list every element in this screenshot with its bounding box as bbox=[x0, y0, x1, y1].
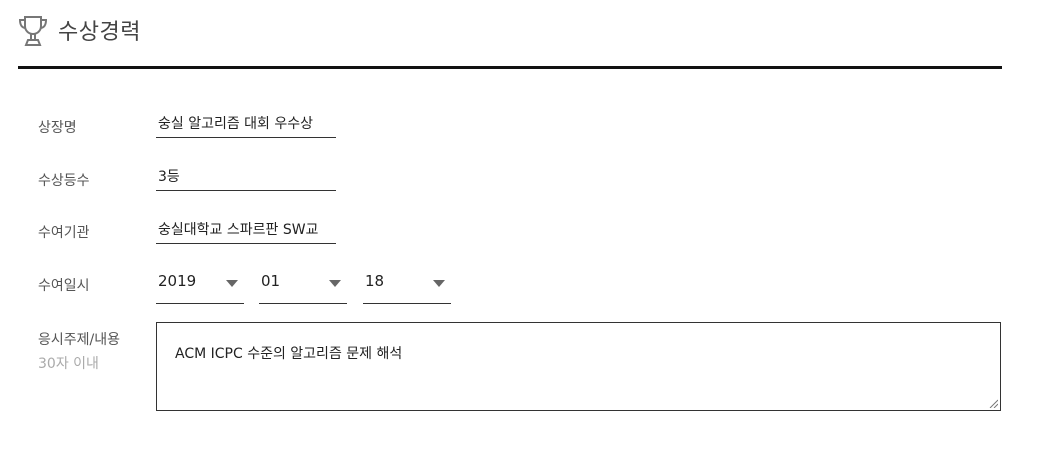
chevron-down-icon bbox=[226, 280, 238, 287]
issuer-input[interactable] bbox=[156, 214, 336, 244]
section-title: 수상경력 bbox=[58, 20, 141, 45]
award-name-label: 상장명 bbox=[38, 120, 77, 136]
day-select[interactable]: 18 bbox=[363, 266, 451, 304]
award-rank-input[interactable] bbox=[156, 161, 336, 191]
month-select[interactable]: 01 bbox=[259, 266, 347, 304]
month-value: 01 bbox=[261, 272, 281, 290]
subject-hint: 30자 이내 bbox=[38, 356, 99, 372]
subject-textarea[interactable]: ACM ICPC 수준의 알고리즘 문제 해석 bbox=[156, 322, 1001, 411]
subject-label: 응시주제/내용 bbox=[38, 332, 120, 348]
chevron-down-icon bbox=[433, 280, 445, 287]
award-name-input[interactable] bbox=[156, 108, 336, 138]
issuer-label: 수여기관 bbox=[38, 225, 90, 241]
award-rank-label: 수상등수 bbox=[38, 173, 90, 189]
subject-text: ACM ICPC 수준의 알고리즘 문제 해석 bbox=[175, 346, 403, 362]
section-header: 수상경력 bbox=[18, 10, 1002, 69]
trophy-icon bbox=[18, 16, 48, 46]
resize-grip-icon[interactable] bbox=[988, 398, 998, 408]
year-value: 2019 bbox=[158, 272, 197, 290]
year-select[interactable]: 2019 bbox=[156, 266, 244, 304]
award-date-label: 수여일시 bbox=[38, 278, 90, 294]
chevron-down-icon bbox=[329, 280, 341, 287]
day-value: 18 bbox=[365, 272, 385, 290]
